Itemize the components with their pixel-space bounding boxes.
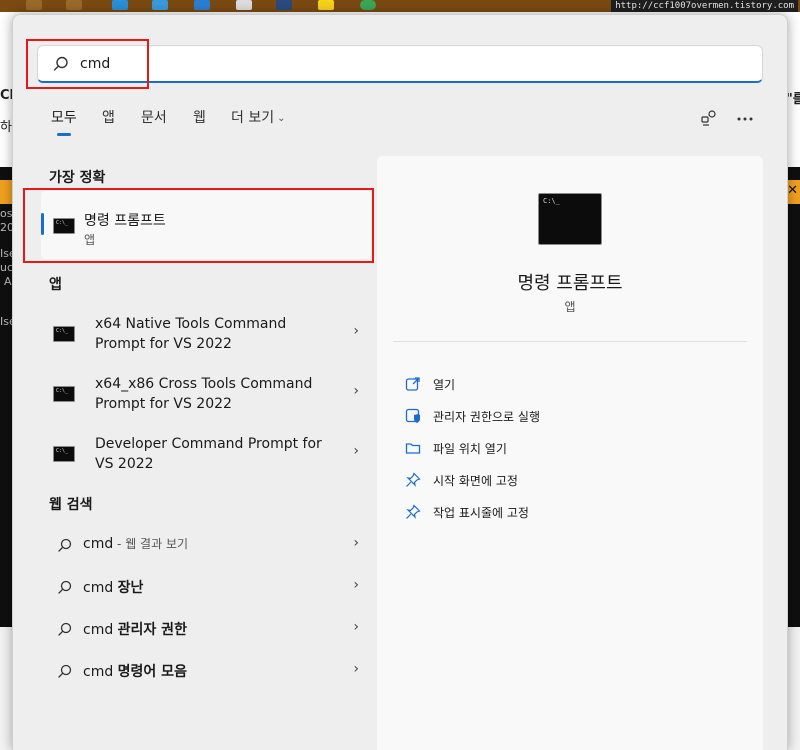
start-search-panel: cmd 모두 앱 문서 웹 더 보기 ⌄ 가장 정확 C:\_ 명령 프롬프트 앱… [12, 14, 788, 750]
action-label: 작업 표시줄에 고정 [433, 506, 529, 520]
search-icon [58, 664, 72, 678]
taskbar-windows-icon[interactable] [194, 0, 210, 10]
web-search-suffix: 명령어 모음 [117, 664, 187, 680]
app-title-line1: Developer Command Prompt for [95, 436, 322, 452]
action-label: 열기 [433, 378, 456, 392]
preview-title: 명령 프롬프트 [517, 273, 623, 294]
search-icon [58, 580, 72, 594]
chevron-right-icon[interactable]: › [353, 619, 359, 635]
preview-subtitle: 앱 [564, 300, 576, 314]
tab-documents[interactable]: 문서 [141, 107, 167, 127]
action-label: 파일 위치 열기 [433, 442, 507, 456]
folder-icon [405, 443, 421, 454]
apps-heading: 앱 [49, 277, 62, 293]
web-search-item[interactable]: cmd 장난 › [41, 569, 371, 605]
taskbar-search-icon[interactable] [26, 0, 42, 10]
preview-pane: C:\_ 명령 프롬프트 앱 열기 관리자 권한으로 실행 파일 위치 열기 시… [377, 156, 763, 750]
highlight-box-search [26, 39, 149, 89]
tab-more[interactable]: 더 보기 ⌄ [231, 107, 285, 127]
action-label: 관리자 권한으로 실행 [433, 410, 540, 424]
app-title-line2: Prompt for VS 2022 [95, 336, 232, 352]
command-prompt-icon: C:\_ [53, 326, 75, 342]
tab-more-label: 더 보기 [231, 110, 275, 126]
web-search-text: cmd 장난 [83, 577, 143, 597]
web-search-query: cmd [83, 580, 118, 596]
background-close-icon[interactable]: ✕ [787, 183, 798, 198]
app-item[interactable]: C:\_ x64_x86 Cross Tools Command Prompt … [41, 367, 371, 423]
taskbar-kakaotalk-icon[interactable] [318, 0, 334, 10]
tab-all[interactable]: 모두 [51, 107, 77, 127]
web-search-text: cmd - 웹 결과 보기 [83, 535, 188, 552]
open-icon [405, 377, 420, 391]
web-search-query: cmd [83, 622, 118, 638]
tab-apps[interactable]: 앱 [102, 107, 115, 127]
web-search-text: cmd 관리자 권한 [83, 619, 187, 639]
admin-shield-icon [405, 408, 420, 423]
app-title-line2: VS 2022 [95, 456, 154, 472]
best-match-heading: 가장 정확 [49, 170, 106, 186]
highlight-box-best-match [23, 188, 374, 263]
chevron-right-icon[interactable]: › [353, 661, 359, 677]
taskbar-mail-icon[interactable] [236, 0, 252, 10]
web-search-item[interactable]: cmd 관리자 권한 › [41, 611, 371, 647]
share-icon[interactable] [699, 109, 719, 129]
action-pin-to-taskbar[interactable]: 작업 표시줄에 고정 [405, 502, 745, 526]
chevron-right-icon[interactable]: › [353, 535, 359, 551]
taskbar-steam-icon[interactable] [276, 0, 292, 10]
taskbar-task-view-icon[interactable] [66, 0, 82, 10]
search-icon [58, 538, 72, 552]
chevron-right-icon[interactable]: › [353, 577, 359, 593]
search-icon [58, 622, 72, 636]
action-open-file-location[interactable]: 파일 위치 열기 [405, 438, 745, 462]
preview-divider [393, 341, 747, 342]
taskbar: http://ccf1007overmen.tistory.com [0, 0, 800, 12]
chevron-down-icon: ⌄ [277, 113, 286, 124]
web-search-query: cmd [83, 664, 118, 680]
taskbar-store-icon[interactable] [152, 0, 168, 10]
command-prompt-icon: C:\_ [53, 446, 75, 462]
web-search-suffix: 관리자 권한 [117, 622, 187, 638]
chevron-right-icon[interactable]: › [353, 323, 359, 339]
web-search-item[interactable]: cmd - 웹 결과 보기 › [41, 527, 371, 563]
app-item[interactable]: C:\_ x64 Native Tools Command Prompt for… [41, 307, 371, 363]
web-search-query: cmd [83, 536, 114, 552]
background-orange-bar [0, 180, 12, 204]
web-search-suffix: 장난 [117, 580, 144, 596]
app-title-line2: Prompt for VS 2022 [95, 396, 232, 412]
action-open[interactable]: 열기 [405, 374, 745, 398]
app-title-line1: x64 Native Tools Command [95, 316, 287, 332]
tab-web[interactable]: 웹 [193, 107, 206, 127]
app-title-line1: x64_x86 Cross Tools Command [95, 376, 313, 392]
active-tab-indicator [57, 133, 71, 136]
web-search-heading: 웹 검색 [49, 497, 93, 513]
command-prompt-large-icon: C:\_ [538, 193, 602, 245]
more-options-icon[interactable] [735, 109, 755, 129]
pin-icon [406, 504, 421, 519]
action-pin-to-start[interactable]: 시작 화면에 고정 [405, 470, 745, 494]
chevron-right-icon[interactable]: › [353, 443, 359, 459]
action-run-as-admin[interactable]: 관리자 권한으로 실행 [405, 406, 745, 430]
command-prompt-icon: C:\_ [53, 386, 75, 402]
web-search-item[interactable]: cmd 명령어 모음 › [41, 653, 371, 689]
taskbar-edge-icon[interactable] [112, 0, 128, 10]
pin-icon [406, 472, 421, 487]
background-text-fragment: os [0, 207, 13, 220]
app-item[interactable]: C:\_ Developer Command Prompt for VS 202… [41, 427, 371, 483]
taskbar-chrome-icon[interactable] [360, 0, 376, 10]
web-search-text: cmd 명령어 모음 [83, 661, 187, 681]
web-search-suffix: - 웹 결과 보기 [113, 537, 189, 551]
action-label: 시작 화면에 고정 [433, 474, 518, 488]
chevron-right-icon[interactable]: › [353, 383, 359, 399]
background-text-fragment: A [4, 275, 12, 288]
background-url-text: http://ccf1007overmen.tistory.com [611, 0, 798, 12]
background-text-fragment: "를 [786, 92, 800, 107]
